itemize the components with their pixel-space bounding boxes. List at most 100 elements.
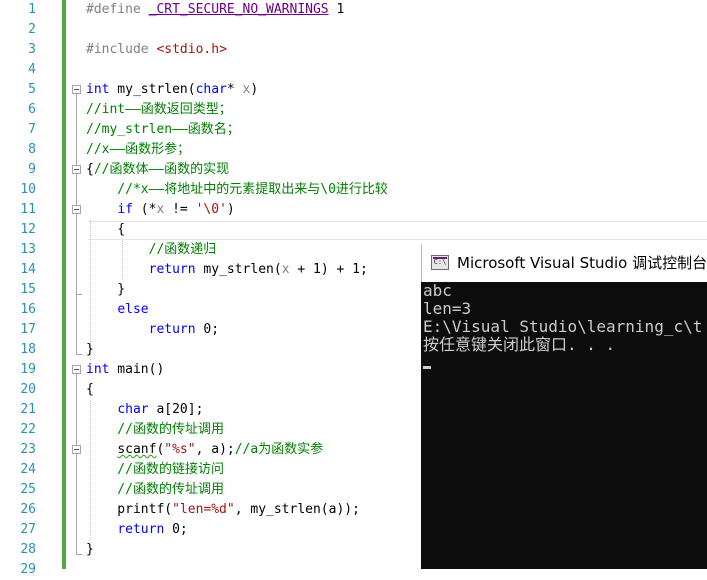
code-token: return xyxy=(148,262,196,277)
code-token: my_strlen( xyxy=(109,82,196,97)
line-number: 23 xyxy=(20,442,36,457)
code-line[interactable]: //函数的传址调用 xyxy=(86,480,224,500)
console-line: len=3 xyxy=(423,299,472,318)
code-line[interactable]: //*x——将地址中的元素提取出来与\0进行比较 xyxy=(86,180,388,200)
collapse-toggle-comments[interactable] xyxy=(72,445,81,454)
collapse-toggle-function-body[interactable] xyxy=(72,165,81,174)
code-token: } xyxy=(86,542,94,557)
line-number: 1 xyxy=(28,2,36,17)
console-line: abc xyxy=(423,281,452,300)
code-token: #define xyxy=(86,2,149,17)
code-line[interactable]: #include <stdio.h> xyxy=(86,40,227,60)
line-number: 17 xyxy=(20,322,36,337)
line-number: 14 xyxy=(20,262,36,277)
line-number: 15 xyxy=(20,282,36,297)
code-token: ) xyxy=(250,82,259,97)
code-token: "%s" xyxy=(164,442,196,457)
code-token: * xyxy=(226,82,243,97)
code-line[interactable]: #define _CRT_SECURE_NO_WARNINGS 1 xyxy=(86,0,344,20)
code-line[interactable]: //int——函数返回类型； xyxy=(86,100,232,120)
console-line: 按任意键关闭此窗口. . . xyxy=(423,335,616,354)
code-line[interactable]: } xyxy=(86,280,125,300)
code-token: return xyxy=(148,322,196,337)
code-token: '\0' xyxy=(195,202,227,217)
fold-line xyxy=(76,214,77,294)
fold-line xyxy=(76,94,77,165)
code-token: #include xyxy=(86,42,157,57)
code-token: //int——函数返回类型； xyxy=(86,102,232,117)
console-output[interactable]: abc len=3 E:\Visual Studio\learning_c\t … xyxy=(423,282,707,569)
code-line[interactable]: //x——函数形参； xyxy=(86,140,190,160)
outlining-margin xyxy=(66,0,88,569)
code-line[interactable]: //函数递归 xyxy=(86,240,217,260)
line-number: 10 xyxy=(20,182,36,197)
code-line[interactable]: //函数的传址调用 xyxy=(86,420,224,440)
code-token: //my_strlen——函数名； xyxy=(86,122,240,137)
line-number: 6 xyxy=(28,102,36,117)
code-line[interactable]: { xyxy=(86,380,94,400)
code-line[interactable]: } xyxy=(86,340,94,360)
code-token: //函数的传址调用 xyxy=(86,422,224,437)
code-line[interactable]: scanf("%s", a);//a为函数实参 xyxy=(86,440,323,460)
code-line[interactable]: if (*x != '\0') xyxy=(86,200,235,220)
code-token: //*x——将地址中的元素提取出来与\0进行比较 xyxy=(86,182,388,197)
code-token: { xyxy=(86,382,94,397)
code-line[interactable]: else xyxy=(86,300,149,320)
line-number: 11 xyxy=(20,202,36,217)
code-token: "len=%d" xyxy=(172,502,235,517)
console-title: Microsoft Visual Studio 调试控制台 xyxy=(457,254,707,272)
code-token: != xyxy=(164,202,196,217)
vs-console-icon: C:\ xyxy=(431,255,449,270)
debug-console-window[interactable]: C:\ Microsoft Visual Studio 调试控制台 abc le… xyxy=(421,244,707,569)
code-line[interactable]: return my_strlen(x + 1) + 1; xyxy=(86,260,368,280)
code-token: a[20]; xyxy=(148,402,204,417)
code-token: { xyxy=(86,162,94,177)
line-number: 27 xyxy=(20,522,36,537)
code-line[interactable]: int my_strlen(char* x) xyxy=(86,80,258,100)
code-token: //函数的传址调用 xyxy=(86,482,224,497)
console-titlebar[interactable]: C:\ Microsoft Visual Studio 调试控制台 xyxy=(421,244,707,282)
code-token: } xyxy=(86,342,94,357)
collapse-toggle-if[interactable] xyxy=(72,205,81,214)
line-number: 19 xyxy=(20,362,36,377)
code-token: 0; xyxy=(164,522,188,537)
code-token: else xyxy=(117,302,149,317)
fold-line xyxy=(76,374,77,554)
code-line[interactable]: printf("len=%d", my_strlen(a)); xyxy=(86,500,360,520)
code-token: + 1) + 1; xyxy=(289,262,368,277)
code-token: //函数的链接访问 xyxy=(86,462,224,477)
line-number: 22 xyxy=(20,422,36,437)
code-line[interactable]: int main() xyxy=(86,360,164,380)
line-number: 24 xyxy=(20,462,36,477)
code-token: ) xyxy=(226,202,235,217)
code-token: char xyxy=(195,82,227,97)
code-token: my_strlen( xyxy=(195,262,282,277)
collapse-toggle-main[interactable] xyxy=(72,365,81,374)
line-number: 13 xyxy=(20,242,36,257)
code-token: , a); xyxy=(195,442,235,457)
code-token: (* xyxy=(132,202,157,217)
code-line[interactable]: { xyxy=(86,220,125,240)
code-token: 0; xyxy=(195,322,220,337)
line-number: 3 xyxy=(28,42,36,57)
code-token: if xyxy=(117,202,133,217)
console-cursor xyxy=(423,366,431,369)
line-number: 20 xyxy=(20,382,36,397)
line-number: 7 xyxy=(28,122,36,137)
code-line[interactable]: {//函数体——函数的实现 xyxy=(86,160,229,180)
line-number: 12 xyxy=(20,222,36,237)
collapse-toggle-my-strlen[interactable] xyxy=(72,85,81,94)
code-line[interactable]: return 0; xyxy=(86,320,219,340)
line-number: 18 xyxy=(20,342,36,357)
code-line[interactable]: //my_strlen——函数名； xyxy=(86,120,240,140)
code-line[interactable]: } xyxy=(86,540,94,560)
code-line[interactable]: char a[20]; xyxy=(86,400,203,420)
code-line[interactable]: return 0; xyxy=(86,520,188,540)
code-token: char xyxy=(117,402,149,417)
code-line[interactable]: //函数的链接访问 xyxy=(86,460,224,480)
code-token: { xyxy=(86,222,126,237)
